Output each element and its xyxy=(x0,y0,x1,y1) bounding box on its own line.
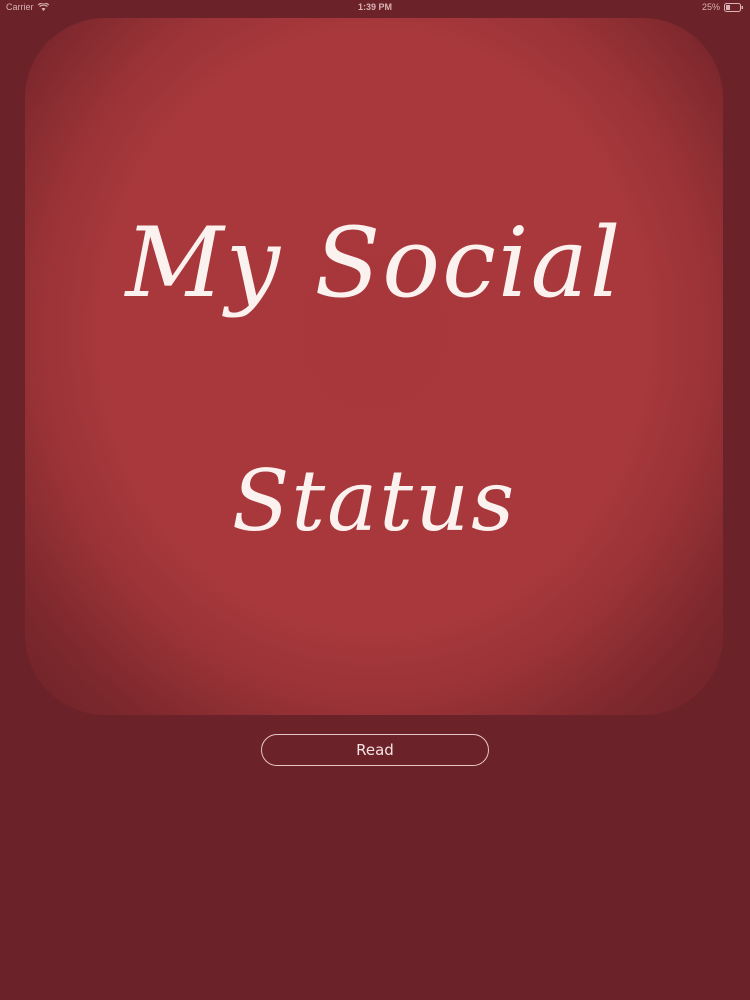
hero-title-line-2: Status xyxy=(231,452,517,550)
read-button[interactable]: Read xyxy=(261,734,489,766)
hero-image: My Social Status xyxy=(25,18,723,715)
status-bar: Carrier 1:39 PM 25% xyxy=(0,0,750,14)
status-time: 1:39 PM xyxy=(357,2,392,12)
battery-icon xyxy=(724,2,744,12)
hero-title-line-1: My Social xyxy=(125,207,623,319)
battery-percent: 25% xyxy=(701,2,720,12)
status-right: 25% xyxy=(702,0,744,14)
